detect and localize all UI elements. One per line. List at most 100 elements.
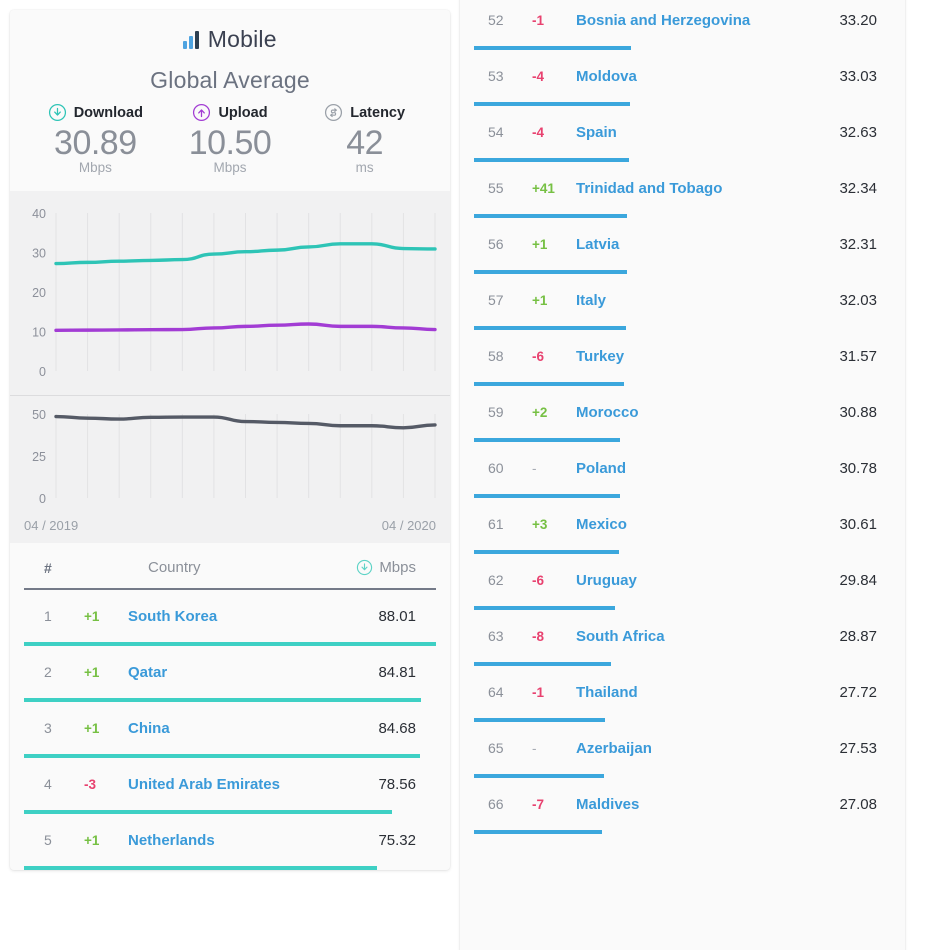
row-country-link[interactable]: Uruguay [576,572,839,589]
table-row[interactable]: 2 +1 Qatar 84.81 [24,646,436,703]
speed-chart: 0 10 20 30 40 [10,191,450,397]
row-rank-change: +1 [84,832,100,848]
row-country-link[interactable]: Netherlands [128,832,378,849]
row-country-link[interactable]: Trinidad and Tobago [576,180,839,197]
table-row[interactable]: 1 +1 South Korea 88.01 [24,590,436,647]
row-rank: 52 [488,12,504,28]
upload-circle-icon [193,103,211,122]
row-country-link[interactable]: Mexico [576,516,839,533]
download-circle-icon [48,103,66,122]
table-row[interactable]: 55 +41 Trinidad and Tobago 32.34 [474,162,891,218]
table-row[interactable]: 63 -8 South Africa 28.87 [474,610,891,666]
bar-chart-icon [183,30,199,49]
row-value: 27.08 [839,795,877,813]
global-average-heading: Global Average [150,67,310,93]
table-row-content: 4 -3 United Arab Emirates 78.56 [24,758,436,810]
row-bar-track [24,866,436,871]
country-ranking-card: 52 -1 Bosnia and Herzegovina 33.20 53 -4 Moldo… [460,0,905,950]
row-rank-change: +3 [532,516,548,532]
row-value: 30.78 [839,459,877,477]
row-country-link[interactable]: Thailand [576,684,839,701]
row-value: 29.84 [839,571,877,589]
svg-text:10: 10 [32,326,46,340]
svg-text:50: 50 [32,408,46,422]
table-row[interactable]: 64 -1 Thailand 27.72 [474,666,891,722]
row-rank-change: -8 [532,628,545,644]
table-row[interactable]: 65 - Azerbaijan 27.53 [474,722,891,778]
row-value: 33.03 [839,67,877,85]
row-value: 32.03 [839,291,877,309]
svg-text:25: 25 [32,450,46,464]
row-rank-change: -7 [532,796,545,812]
row-rank-change: +1 [532,236,548,252]
table-row-content: 61 +3 Mexico 30.61 [474,498,891,550]
svg-text:40: 40 [32,207,46,221]
table-row-content: 64 -1 Thailand 27.72 [474,666,891,718]
row-rank: 64 [488,684,504,700]
table-row-content: 66 -7 Maldives 27.08 [474,778,891,830]
table-row[interactable]: 54 -4 Spain 32.63 [474,106,891,162]
row-rank-change: +1 [84,608,100,624]
row-rank-change: -6 [532,572,545,588]
row-value: 30.88 [839,403,877,421]
table-row-content: 62 -6 Uruguay 29.84 [474,554,891,606]
table-row[interactable]: 57 +1 Italy 32.03 [474,274,891,330]
row-country-link[interactable]: United Arab Emirates [128,776,378,793]
table-row[interactable]: 3 +1 China 84.68 [24,702,436,759]
metric-upload-label: Upload [218,104,268,121]
row-country-link[interactable]: Qatar [128,664,378,681]
row-rank: 2 [44,664,52,681]
column-header-unit[interactable]: Mbps [356,559,416,576]
row-country-link[interactable]: Morocco [576,404,839,421]
table-row[interactable]: 66 -7 Maldives 27.08 [474,778,891,834]
table-row[interactable]: 4 -3 United Arab Emirates 78.56 [24,758,436,815]
table-row[interactable]: 59 +2 Morocco 30.88 [474,386,891,442]
row-country-link[interactable]: Latvia [576,236,839,253]
table-row-content: 60 - Poland 30.78 [474,442,891,494]
svg-text:20: 20 [32,286,46,300]
chart-date-range: 04 / 2019 04 / 2020 [10,518,450,544]
table-row[interactable]: 61 +3 Mexico 30.61 [474,498,891,554]
table-row-content: 2 +1 Qatar 84.81 [24,646,436,698]
row-country-link[interactable]: China [128,720,378,737]
svg-text:0: 0 [39,365,46,379]
row-country-link[interactable]: South Korea [128,608,378,625]
column-header-unit-label: Mbps [379,559,416,577]
row-country-link[interactable]: Turkey [576,348,839,365]
mobile-summary-card: Mobile Global Average Download 30.89 Mbp… [10,10,450,871]
table-row[interactable]: 52 -1 Bosnia and Herzegovina 33.20 [474,0,891,50]
row-rank: 66 [488,796,504,812]
country-list-right: 52 -1 Bosnia and Herzegovina 33.20 53 -4 Moldo… [460,0,905,834]
row-country-link[interactable]: Moldova [576,68,839,85]
row-rank: 62 [488,572,504,588]
row-country-link[interactable]: Bosnia and Herzegovina [576,12,839,29]
table-row[interactable]: 53 -4 Moldova 33.03 [474,50,891,106]
table-row[interactable]: 60 - Poland 30.78 [474,442,891,498]
row-country-link[interactable]: Maldives [576,796,839,813]
table-row-content: 65 - Azerbaijan 27.53 [474,722,891,774]
table-row[interactable]: 58 -6 Turkey 31.57 [474,330,891,386]
row-country-link[interactable]: South Africa [576,628,839,645]
table-row[interactable]: 56 +1 Latvia 32.31 [474,218,891,274]
svg-text:0: 0 [39,492,46,506]
speed-chart-svg: 0 10 20 30 40 [32,207,437,379]
row-country-link[interactable]: Poland [576,460,839,477]
row-rank: 54 [488,124,504,140]
metric-download: Download 30.89 Mbps [28,103,163,175]
table-header: # Country Mbps [24,543,436,591]
row-rank: 60 [488,460,504,476]
row-country-link[interactable]: Azerbaijan [576,740,839,757]
row-value: 88.01 [378,607,416,625]
table-row[interactable]: 62 -6 Uruguay 29.84 [474,554,891,610]
right-column: 52 -1 Bosnia and Herzegovina 33.20 53 -4 Moldo… [460,0,927,950]
row-country-link[interactable]: Italy [576,292,839,309]
card-title-label: Mobile [207,26,277,52]
table-row[interactable]: 5 +1 Netherlands 75.32 [24,814,436,871]
row-country-link[interactable]: Spain [576,124,839,141]
metric-download-unit: Mbps [78,160,112,176]
date-start: 04 / 2019 [24,518,79,534]
row-rank: 65 [488,740,504,756]
row-value: 31.57 [839,347,877,365]
latency-circle-icon [325,103,343,122]
row-bar-fill [474,830,603,834]
